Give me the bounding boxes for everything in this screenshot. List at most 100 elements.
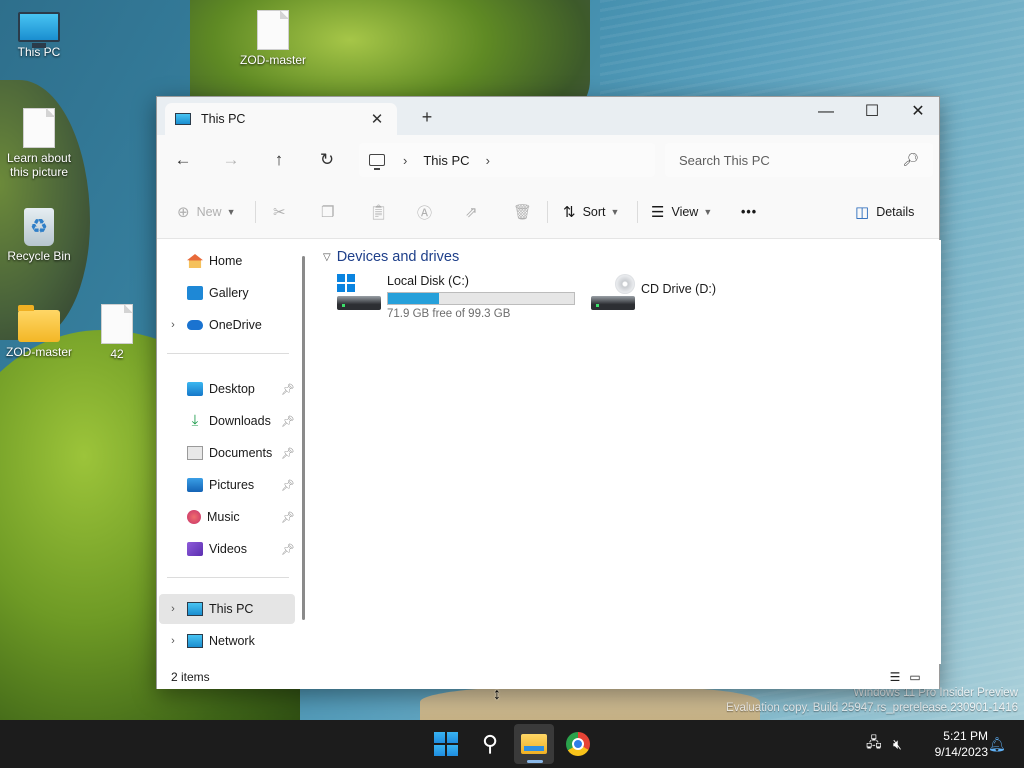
search-box[interactable]: Search This PC 🔎︎ bbox=[665, 143, 933, 177]
sidebar-item-home[interactable]: Home bbox=[159, 246, 295, 276]
downloads-icon: ⤓ bbox=[191, 412, 199, 429]
sidebar-item-pictures[interactable]: Pictures 📌︎ bbox=[159, 470, 295, 500]
sidebar-scrollbar[interactable] bbox=[302, 256, 305, 620]
desktop-icon-label: Recycle Bin bbox=[7, 249, 71, 263]
minimize-button[interactable]: — bbox=[803, 97, 849, 127]
sidebar-item-downloads[interactable]: ⤓ Downloads 📌︎ bbox=[159, 406, 295, 436]
resize-cursor-icon: ↕ bbox=[493, 686, 501, 703]
desktop-icon-learn-about-picture[interactable]: Learn about this picture bbox=[1, 108, 77, 179]
chevron-right-icon[interactable]: › bbox=[403, 153, 407, 168]
chevron-down-icon[interactable]: ▽ bbox=[323, 252, 331, 263]
evaluation-watermark: Windows 11 Pro Insider Preview Evaluatio… bbox=[726, 686, 1018, 716]
search-icon: 🔎︎ bbox=[902, 152, 919, 167]
videos-icon bbox=[187, 542, 203, 556]
desktop-icon-zod-master-folder[interactable]: ZOD-master bbox=[1, 305, 77, 359]
desktop-icon-42[interactable]: 42 bbox=[79, 304, 155, 361]
refresh-button[interactable]: ↻ bbox=[313, 147, 341, 173]
desktop-icon-zod-master-file[interactable]: ZOD-master bbox=[235, 10, 311, 67]
desktop-icon-recycle-bin[interactable]: ♻ Recycle Bin bbox=[1, 208, 77, 263]
details-pane-icon: ◫ bbox=[855, 204, 870, 221]
sidebar-item-documents[interactable]: Documents 📌︎ bbox=[159, 438, 295, 468]
chevron-right-icon[interactable]: › bbox=[159, 635, 187, 647]
breadcrumb-this-pc[interactable]: This PC bbox=[423, 153, 469, 168]
sidebar-item-label: Videos bbox=[209, 542, 247, 556]
cut-button[interactable]: ✂ bbox=[273, 201, 293, 223]
clock-time: 5:21 PM bbox=[943, 729, 988, 743]
details-view-button[interactable]: ☰ bbox=[885, 670, 905, 684]
new-tab-button[interactable]: + bbox=[415, 107, 439, 128]
computer-icon bbox=[369, 154, 385, 170]
tab-this-pc[interactable]: This PC ✕ bbox=[165, 103, 397, 135]
start-button[interactable] bbox=[426, 724, 466, 764]
forward-button[interactable]: → bbox=[217, 147, 245, 173]
group-header-label: Devices and drives bbox=[336, 249, 460, 265]
tiles-view-button[interactable]: ▭ bbox=[905, 670, 925, 684]
sidebar-item-this-pc[interactable]: › This PC bbox=[159, 594, 295, 624]
sidebar-item-label: This PC bbox=[209, 602, 254, 616]
view-list-icon: ☰ bbox=[651, 204, 665, 221]
gallery-icon bbox=[187, 286, 203, 300]
pin-icon: 📌︎ bbox=[281, 479, 295, 492]
sidebar-item-music[interactable]: Music 📌︎ bbox=[159, 502, 295, 532]
volume-muted-icon[interactable]: 🔇︎ bbox=[893, 720, 902, 768]
more-options-button[interactable]: ••• bbox=[741, 201, 757, 223]
sidebar-item-onedrive[interactable]: › OneDrive bbox=[159, 310, 295, 340]
system-clock[interactable]: 5:21 PM 9/14/2023 bbox=[918, 728, 988, 760]
desktop-icon-label: Learn about this picture bbox=[6, 151, 72, 179]
chevron-down-icon: ▼ bbox=[610, 207, 620, 217]
drive-name: Local Disk (C:) bbox=[387, 274, 469, 288]
title-bar: This PC ✕ + — ☐ ✕ bbox=[157, 97, 939, 135]
new-button[interactable]: ⊕ New ▼ bbox=[177, 201, 236, 223]
sidebar-item-desktop[interactable]: Desktop 📌︎ bbox=[159, 374, 295, 404]
up-button[interactable]: ↑ bbox=[265, 147, 293, 173]
sidebar-item-videos[interactable]: Videos 📌︎ bbox=[159, 534, 295, 564]
navigation-bar: ← → ↑ ↻ › This PC › Search This PC 🔎︎ bbox=[157, 135, 939, 185]
details-pane-button[interactable]: ◫ Details bbox=[855, 201, 914, 223]
rename-icon: Ⓐ bbox=[417, 204, 433, 222]
delete-button[interactable]: 🗑︎ bbox=[513, 201, 539, 223]
rename-button[interactable]: Ⓐ bbox=[417, 201, 439, 223]
disc-icon bbox=[615, 274, 635, 294]
music-icon bbox=[187, 510, 201, 524]
view-button[interactable]: ☰ View ▼ bbox=[651, 201, 712, 223]
chevron-right-icon[interactable]: › bbox=[486, 153, 490, 168]
back-button[interactable]: ← bbox=[169, 147, 197, 173]
chrome-icon bbox=[566, 732, 590, 756]
sidebar-item-label: Documents bbox=[209, 446, 273, 460]
this-pc-icon bbox=[175, 113, 191, 125]
file-explorer-icon bbox=[521, 734, 547, 754]
windows-start-icon bbox=[434, 732, 458, 756]
notification-bell-icon[interactable]: 🔔︎ bbox=[988, 720, 1006, 768]
file-icon bbox=[257, 10, 289, 50]
sidebar-item-gallery[interactable]: Gallery bbox=[159, 278, 295, 308]
sidebar-item-network[interactable]: › Network bbox=[159, 626, 295, 656]
hard-drive-icon bbox=[337, 296, 381, 310]
network-status-icon[interactable]: 🖧︎ bbox=[866, 720, 882, 768]
network-icon bbox=[187, 634, 203, 648]
maximize-button[interactable]: ☐ bbox=[849, 97, 895, 127]
file-explorer-window: This PC ✕ + — ☐ ✕ ← → ↑ ↻ › This PC › Se… bbox=[156, 96, 941, 689]
drive-local-disk-c[interactable]: Local Disk (C:) 71.9 GB free of 99.3 GB bbox=[337, 274, 575, 320]
search-input[interactable]: Search This PC bbox=[679, 153, 902, 168]
sort-button[interactable]: ⇅ Sort ▼ bbox=[563, 201, 619, 223]
close-tab-icon[interactable]: ✕ bbox=[367, 110, 387, 128]
taskbar-chrome[interactable] bbox=[558, 724, 598, 764]
chevron-right-icon[interactable]: › bbox=[159, 603, 187, 615]
optical-drive-icon bbox=[591, 296, 635, 310]
close-button[interactable]: ✕ bbox=[895, 97, 941, 127]
drive-cd-d[interactable]: CD Drive (D:) bbox=[591, 274, 716, 310]
chevron-right-icon[interactable]: › bbox=[159, 319, 187, 331]
content-pane: ▽ Devices and drives Local Disk (C:) 71.… bbox=[313, 240, 941, 664]
desktop-folder-icon bbox=[187, 382, 203, 396]
group-header-devices[interactable]: ▽ Devices and drives bbox=[323, 249, 459, 265]
share-button[interactable]: ⇗ bbox=[465, 201, 485, 223]
taskbar-file-explorer[interactable] bbox=[514, 724, 554, 764]
folder-icon bbox=[18, 305, 60, 342]
taskbar-search-button[interactable]: ⚲ bbox=[470, 724, 510, 764]
desktop-icon-this-pc[interactable]: This PC bbox=[1, 12, 77, 59]
toolbar-divider bbox=[255, 201, 256, 223]
copy-button[interactable]: ❐ bbox=[321, 201, 341, 223]
address-bar[interactable]: › This PC › bbox=[359, 143, 655, 177]
search-icon: ⚲ bbox=[481, 731, 499, 756]
paste-button[interactable]: 📋︎ bbox=[369, 201, 395, 223]
